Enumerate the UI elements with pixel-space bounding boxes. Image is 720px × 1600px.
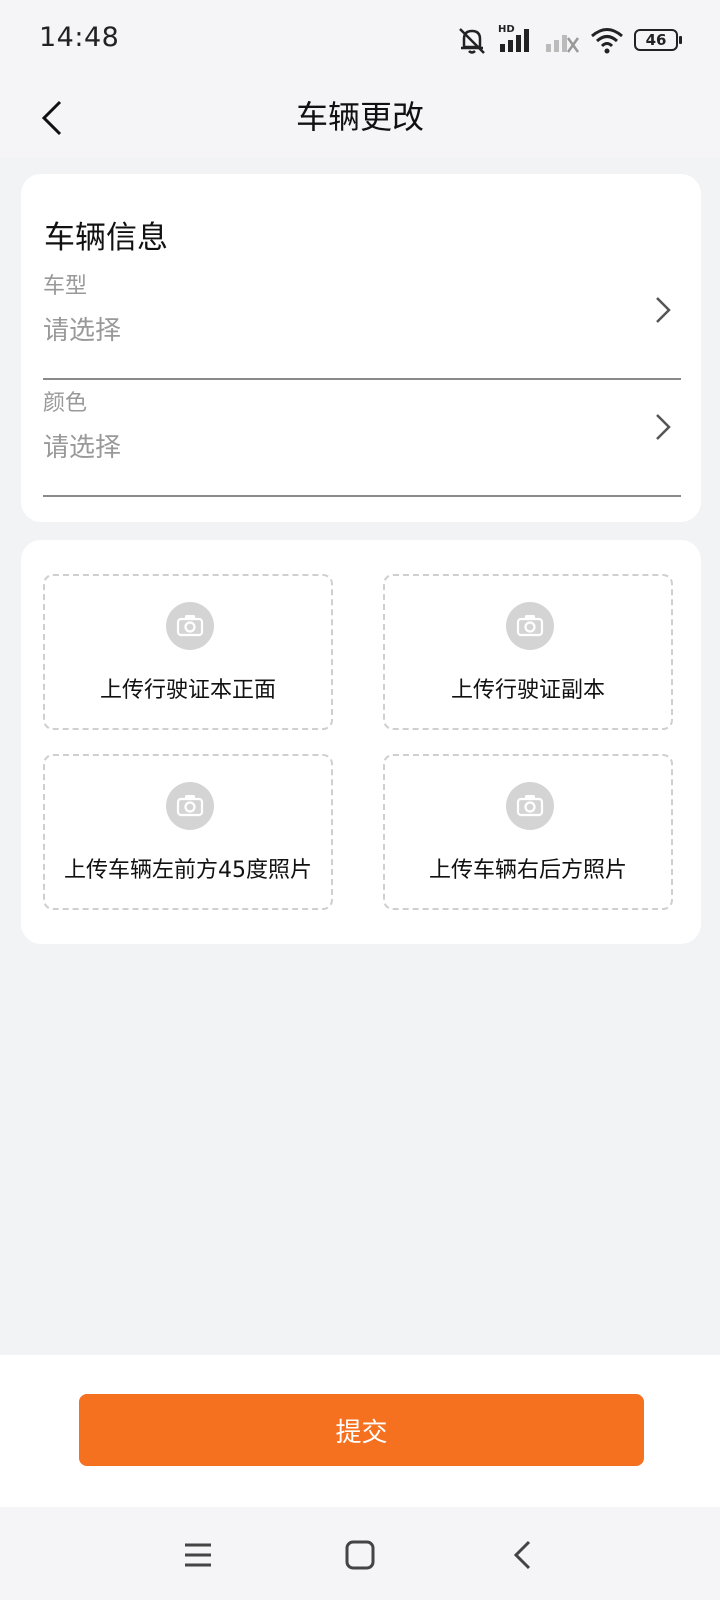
upload-rear-right-photo[interactable]: 上传车辆右后方照片: [383, 754, 673, 910]
field-label: 车型: [43, 274, 88, 299]
upload-card: 上传行驶证本正面 上传行驶证副本 上传车辆左前方45度照片 上传车辆右后方照片: [21, 540, 701, 944]
signal-hd-icon: HD: [498, 24, 534, 54]
page-title: 车辆更改: [295, 98, 424, 136]
upload-front-left-photo[interactable]: 上传车辆左前方45度照片: [43, 754, 333, 910]
field-label: 颜色: [43, 391, 88, 416]
camera-icon: [506, 602, 554, 650]
menu-button[interactable]: [178, 1535, 218, 1575]
system-nav-bar: [0, 1507, 720, 1600]
upload-label: 上传车辆右后方照片: [428, 858, 627, 883]
field-value: 请选择: [43, 433, 122, 463]
signal-no-sim-icon: [546, 35, 580, 53]
vehicle-model-field[interactable]: 车型 请选择: [43, 268, 681, 380]
chevron-right-icon: [656, 297, 671, 323]
status-time: 14:48: [39, 22, 120, 53]
chevron-right-icon: [656, 414, 671, 440]
camera-icon: [166, 602, 214, 650]
back-triangle-icon: [513, 1540, 531, 1570]
battery-icon: 46: [634, 29, 682, 51]
upload-license-front[interactable]: 上传行驶证本正面: [43, 574, 333, 730]
vehicle-color-field[interactable]: 颜色 请选择: [43, 385, 681, 497]
upload-label: 上传行驶证本正面: [99, 678, 276, 703]
mute-bell-icon: [459, 28, 485, 54]
menu-icon: [185, 1543, 211, 1567]
wifi-icon: [591, 28, 623, 54]
header: 车辆更改: [0, 78, 720, 158]
nav-back-button[interactable]: [502, 1535, 542, 1575]
upload-license-copy[interactable]: 上传行驶证副本: [383, 574, 673, 730]
camera-icon: [506, 782, 554, 830]
field-value: 请选择: [43, 316, 122, 346]
home-button[interactable]: [340, 1535, 380, 1575]
upload-label: 上传车辆左前方45度照片: [64, 858, 312, 883]
section-title: 车辆信息: [44, 220, 168, 256]
status-icons: HD 46: [456, 24, 682, 56]
upload-label: 上传行驶证副本: [450, 678, 605, 703]
camera-icon: [166, 782, 214, 830]
submit-button[interactable]: 提交: [79, 1394, 644, 1466]
vehicle-info-card: 车辆信息 车型 请选择 颜色 请选择: [21, 174, 701, 522]
bottom-bar: 提交: [0, 1355, 720, 1507]
home-square-icon: [345, 1540, 375, 1570]
status-bar: 14:48 HD 46: [0, 0, 720, 78]
